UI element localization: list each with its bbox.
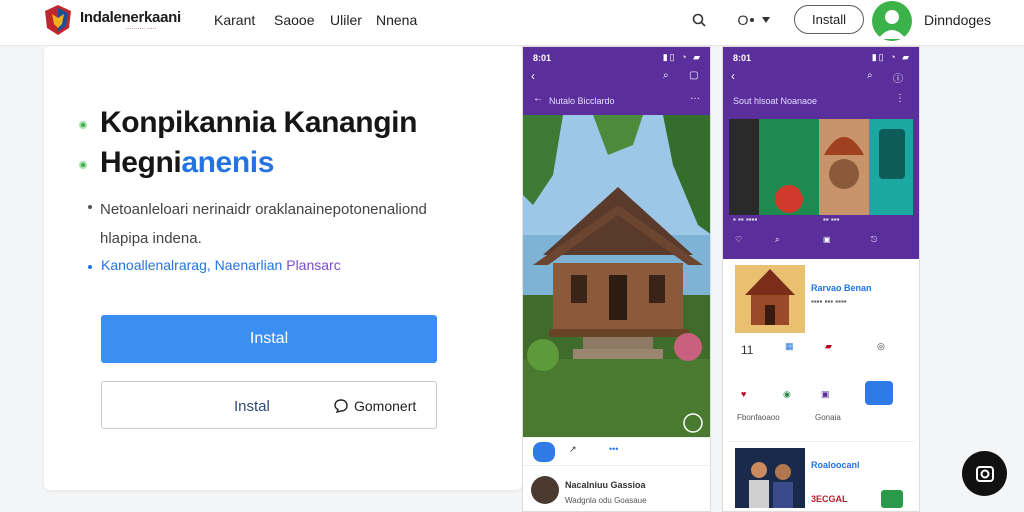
brand-name[interactable]: Indalenerkaani bbox=[80, 9, 181, 26]
promo-title: Roaloocanl bbox=[811, 460, 860, 470]
share-icon[interactable]: ⎋ bbox=[871, 235, 877, 245]
camera-fab[interactable] bbox=[962, 451, 1007, 496]
install-button[interactable]: Instal bbox=[101, 315, 437, 363]
avatar[interactable] bbox=[872, 1, 912, 41]
comment-name: Nacalniuu Gassioa bbox=[565, 480, 646, 490]
nav-item-1[interactable]: Karant bbox=[214, 12, 255, 28]
more-dots-icon[interactable]: ••• bbox=[609, 444, 618, 454]
language-toggle-label: O bbox=[737, 12, 749, 28]
phone-right-title: Sout hlsoat Noanaoe bbox=[733, 96, 818, 106]
comment-icon bbox=[334, 399, 348, 413]
featured-caption: ▪ ▪▪ ▪▪▪▪ bbox=[733, 215, 758, 224]
hero-heading-line2-accent: anenis bbox=[181, 146, 274, 179]
heart-icon[interactable]: ♡ bbox=[735, 235, 742, 244]
temple-image bbox=[735, 265, 805, 333]
featured-collage[interactable] bbox=[729, 119, 913, 215]
header-install-button[interactable]: Install bbox=[794, 5, 864, 34]
hero-heading-line2-main: Hegni bbox=[100, 146, 182, 179]
user-name[interactable]: Dinndoges bbox=[924, 12, 991, 28]
comment-row: Nacalniuu Gassioa Wadgnla odu Goasaue bbox=[523, 465, 710, 511]
flag-icon[interactable]: ▰ bbox=[825, 341, 832, 352]
nav-item-2[interactable]: Saooe bbox=[274, 12, 314, 28]
phone-left-header: 8:01 ▮▯ ◔ ▰ ‹ ⌕ ▢ ← Nutalo Bicclardo ··· bbox=[523, 47, 710, 115]
hero-link-text: Kanoallenalrarag, Naenarlian bbox=[101, 257, 287, 273]
chat-icon[interactable]: ◉ bbox=[783, 389, 791, 400]
bookmark-icon[interactable]: ▢ bbox=[689, 70, 698, 81]
app-icon[interactable]: ▣ bbox=[821, 389, 830, 400]
phone-preview-left: 8:01 ▮▯ ◔ ▰ ‹ ⌕ ▢ ← Nutalo Bicclardo ···… bbox=[522, 46, 711, 512]
promo-image bbox=[735, 448, 805, 508]
comment-text: Wadgnla odu Goasaue bbox=[565, 496, 647, 505]
avatar[interactable] bbox=[531, 476, 559, 504]
back-arrow-icon[interactable]: ‹ bbox=[531, 69, 535, 83]
secondary-install-label: Instal bbox=[234, 398, 270, 415]
phone-right-header: 8:01 ▮▯ ◔ ▰ ‹ ⌕ ⓘ Sout hlsoat Noanaoe ⋮ bbox=[723, 47, 919, 113]
search-icon[interactable] bbox=[688, 9, 710, 31]
comment-label: Gomonert bbox=[354, 398, 417, 414]
camera-icon bbox=[975, 465, 994, 482]
more-icon[interactable]: ⋮ bbox=[895, 93, 905, 104]
top-bar: Indalenerkaani ·········· ····· Karant S… bbox=[0, 0, 1024, 46]
feed-meta: ▪▪▪▪ ▪▪▪ ▪▪▪▪ bbox=[811, 297, 847, 306]
chart-icon[interactable]: ▦ bbox=[785, 341, 794, 352]
feed-count: 11 bbox=[741, 343, 754, 357]
back-arrow-icon[interactable]: ← bbox=[533, 93, 543, 104]
info-icon[interactable]: ⓘ bbox=[893, 70, 903, 85]
user-outline-icon[interactable]: ◎ bbox=[877, 341, 885, 352]
tile-row: ♥ ◉ ▣ Fbonfaoaoo Gonaia bbox=[729, 367, 915, 441]
back-arrow-icon[interactable]: ‹ bbox=[731, 69, 735, 83]
search-icon[interactable]: ⌕ bbox=[663, 70, 669, 81]
status-icons: ▮▯ ◔ ▰ bbox=[871, 52, 911, 62]
hero-link[interactable]: Kanoallenalrarag, Naenarlian Plansarc bbox=[101, 257, 341, 273]
hero-description: Netoanleloari nerinaidr oraklanainepoton… bbox=[100, 201, 427, 247]
promo-card[interactable]: Roaloocanl 3ECGAL bbox=[729, 441, 915, 511]
bullet-icon bbox=[79, 121, 87, 129]
tile-label: Fbonfaoaoo bbox=[737, 413, 780, 422]
share-icon[interactable]: ↗ bbox=[569, 444, 577, 455]
phone-left-title: Nutalo Bicclardo bbox=[549, 96, 615, 106]
chevron-down-icon bbox=[762, 17, 771, 23]
nav-item-3[interactable]: Uliler bbox=[330, 12, 362, 28]
tile-label: Gonaia bbox=[815, 413, 841, 422]
hero-link-accent: Plansarc bbox=[286, 257, 341, 273]
phone-left-action-bar: ↗ ••• bbox=[523, 437, 710, 465]
feed-title: Rarvao Benan bbox=[811, 283, 872, 293]
search-icon[interactable]: ⌕ bbox=[867, 70, 873, 81]
featured-caption: ▪▪ ▪▪▪ bbox=[823, 215, 840, 224]
nav-item-4[interactable]: Nnena bbox=[376, 12, 417, 28]
promo-badge-icon[interactable] bbox=[881, 490, 903, 508]
brand-tagline: ·········· ····· bbox=[126, 26, 157, 33]
status-time: 8:01 bbox=[533, 53, 552, 63]
link-app-icon[interactable] bbox=[865, 381, 893, 405]
language-toggle[interactable]: O bbox=[732, 9, 776, 31]
more-icon[interactable]: ··· bbox=[690, 93, 700, 104]
status-icons: ▮▯ ◔ ▰ bbox=[662, 52, 702, 62]
bullet-icon bbox=[88, 265, 92, 269]
hero-heading-line2: Hegnianenis bbox=[100, 146, 274, 180]
search-icon[interactable]: ⌕ bbox=[775, 235, 779, 245]
status-time: 8:01 bbox=[733, 53, 752, 63]
shield-icon[interactable]: ♥ bbox=[741, 389, 746, 399]
like-icon[interactable] bbox=[533, 442, 555, 462]
feed-card[interactable]: Rarvao Benan ▪▪▪▪ ▪▪▪ ▪▪▪▪ 11 ▦ ▰ ◎ bbox=[729, 259, 915, 367]
brand-logo-icon[interactable] bbox=[44, 4, 72, 36]
media-icon[interactable]: ▣ bbox=[823, 235, 831, 244]
dot-icon bbox=[750, 18, 755, 22]
bullet-icon bbox=[88, 205, 92, 209]
featured-strip: ▪ ▪▪ ▪▪▪▪ ▪▪ ▪▪▪ ♡ ⌕ ▣ ⎋ bbox=[723, 113, 919, 259]
user-icon bbox=[878, 10, 906, 39]
hero-heading-line1: Konpikannia Kanangin bbox=[100, 106, 418, 139]
phone-preview-right: 8:01 ▮▯ ◔ ▰ ‹ ⌕ ⓘ Sout hlsoat Noanaoe ⋮ … bbox=[722, 46, 920, 512]
promo-subtitle: 3ECGAL bbox=[811, 494, 848, 504]
secondary-install-button[interactable]: Instal Gomonert bbox=[101, 381, 437, 429]
bullet-icon bbox=[79, 161, 87, 169]
house-photo[interactable] bbox=[523, 115, 711, 437]
